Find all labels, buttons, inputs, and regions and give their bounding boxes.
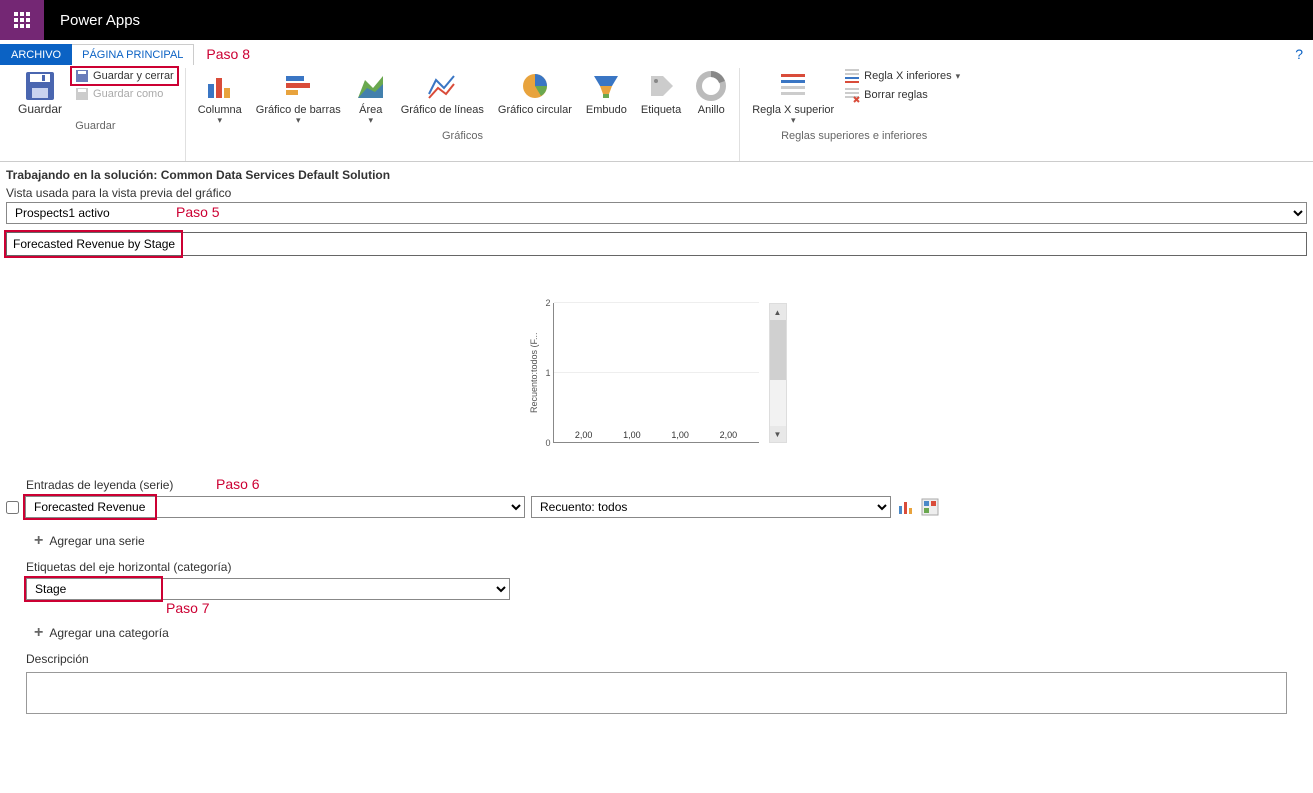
chart-donut-button[interactable]: Anillo: [691, 68, 731, 118]
chart-preview: Recuento:todos (F... 0 1 2 2,00 1,00 1,0…: [6, 262, 1307, 472]
group-label-graficos: Gráficos: [442, 128, 483, 144]
annotation-step6: Paso 6: [216, 476, 260, 492]
bottom-rule-button[interactable]: Regla X inferiores▾: [844, 68, 960, 84]
app-launcher-icon[interactable]: [0, 0, 44, 40]
view-select[interactable]: Prospects1 activo: [6, 202, 1307, 224]
tab-archivo[interactable]: ARCHIVO: [0, 44, 72, 65]
chart-pie-button[interactable]: Gráfico circular: [494, 68, 576, 118]
aggregation-select[interactable]: Recuento: todos: [531, 496, 891, 518]
category-field-select[interactable]: Stage: [26, 578, 510, 600]
scroll-up-icon[interactable]: ▲: [770, 304, 786, 320]
chart-tag-button[interactable]: Etiqueta: [637, 68, 685, 118]
y-axis-label: Recuento:todos (F...: [527, 303, 539, 443]
chart-funnel-button[interactable]: Embudo: [582, 68, 631, 118]
scroll-down-icon[interactable]: ▼: [770, 426, 786, 442]
legend-label: Entradas de leyenda (serie): [26, 478, 173, 492]
save-button[interactable]: Guardar: [14, 68, 66, 118]
series-options-icon[interactable]: [921, 498, 939, 516]
category-label: Etiquetas del eje horizontal (categoría): [26, 560, 1287, 578]
chart-bar-button[interactable]: Gráfico de barras▾: [252, 68, 345, 128]
plus-icon: +: [34, 624, 43, 642]
add-series-button[interactable]: + Agregar una serie: [26, 518, 1287, 560]
chart-line-button[interactable]: Gráfico de líneas: [397, 68, 488, 118]
series-field-select[interactable]: Forecasted Revenue: [25, 496, 525, 518]
chart-scrollbar[interactable]: ▲ ▼: [769, 303, 787, 443]
add-category-button[interactable]: + Agregar una categoría: [26, 600, 1287, 652]
clear-rules-button[interactable]: Borrar reglas: [844, 87, 928, 103]
group-label-reglas: Reglas superiores e inferiores: [781, 128, 927, 144]
group-label-guardar: Guardar: [75, 118, 115, 134]
top-rule-button[interactable]: Regla X superior▾: [748, 68, 838, 128]
chart-name-input[interactable]: [6, 232, 1307, 256]
chart-type-icon[interactable]: [897, 498, 915, 516]
plus-icon: +: [34, 532, 43, 550]
description-label: Descripción: [26, 652, 1287, 670]
chart-area-button[interactable]: Área▾: [351, 68, 391, 128]
annotation-step8: Paso 8: [206, 46, 250, 62]
view-label: Vista usada para la vista previa del grá…: [6, 184, 1307, 202]
save-and-close-button[interactable]: Guardar y cerrar: [72, 68, 177, 84]
tab-pagina-principal[interactable]: PÁGINA PRINCIPAL: [72, 44, 194, 65]
save-as-button[interactable]: Guardar como: [72, 86, 177, 102]
solution-label: Trabajando en la solución: Common Data S…: [6, 166, 1307, 184]
help-icon[interactable]: ?: [1295, 46, 1303, 62]
description-textarea[interactable]: [26, 672, 1287, 714]
series-checkbox[interactable]: [6, 501, 19, 514]
app-title: Power Apps: [60, 12, 140, 29]
chart-column-button[interactable]: Columna▾: [194, 68, 246, 128]
